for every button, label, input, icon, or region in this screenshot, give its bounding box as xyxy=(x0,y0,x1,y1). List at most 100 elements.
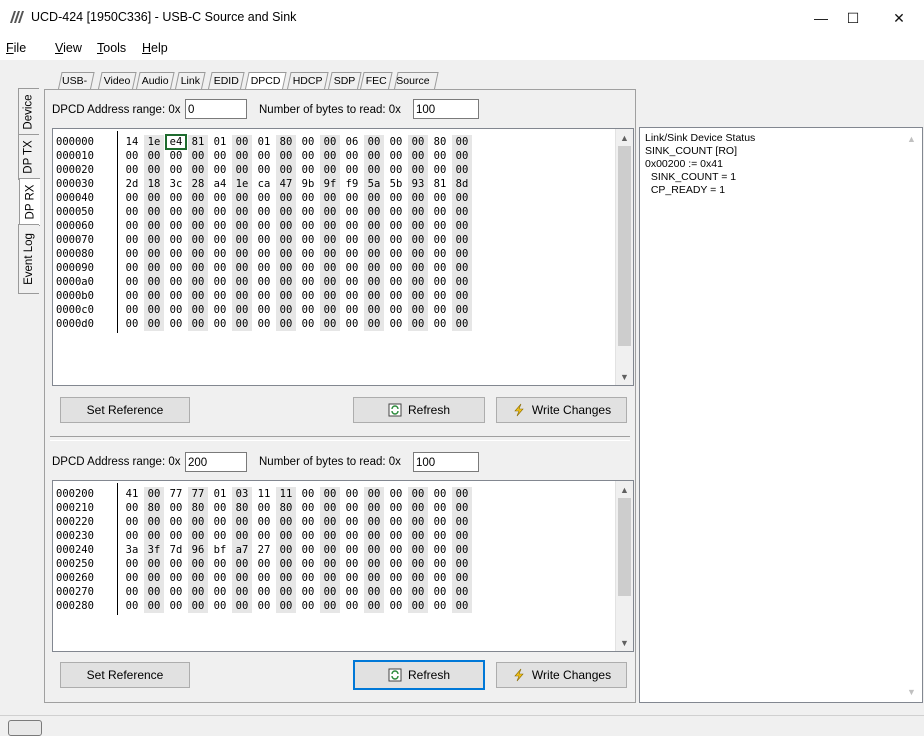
hex-byte[interactable]: 00 xyxy=(254,289,274,303)
hex-byte[interactable]: 06 xyxy=(342,135,362,149)
hex-byte[interactable]: 00 xyxy=(298,487,318,501)
menu-view[interactable]: View xyxy=(55,41,82,55)
hex-byte[interactable]: 00 xyxy=(166,163,186,177)
hex-byte[interactable]: 00 xyxy=(386,149,406,163)
hex-byte[interactable]: 00 xyxy=(254,275,274,289)
hex-byte[interactable]: 00 xyxy=(122,191,142,205)
hex-byte[interactable]: 00 xyxy=(342,289,362,303)
hex-byte[interactable]: 00 xyxy=(342,149,362,163)
hex-byte[interactable]: 00 xyxy=(298,543,318,557)
hex-byte[interactable]: 00 xyxy=(166,317,186,331)
hex-byte[interactable]: 00 xyxy=(188,585,208,599)
hex-byte[interactable]: 00 xyxy=(166,191,186,205)
hex-byte[interactable]: 00 xyxy=(298,219,318,233)
hex-byte[interactable]: 00 xyxy=(386,233,406,247)
hex-byte[interactable]: 81 xyxy=(430,177,450,191)
hex-byte[interactable]: 00 xyxy=(254,233,274,247)
hex-byte[interactable]: 80 xyxy=(232,501,252,515)
hex-byte[interactable]: 00 xyxy=(166,149,186,163)
hex-byte[interactable]: 00 xyxy=(320,205,340,219)
hex-byte[interactable]: 00 xyxy=(452,261,472,275)
hex-byte[interactable]: 00 xyxy=(298,135,318,149)
hex-byte[interactable]: 00 xyxy=(144,149,164,163)
hex-byte[interactable]: 00 xyxy=(320,233,340,247)
lower-write-changes-button[interactable]: Write Changes xyxy=(496,662,627,688)
hex-byte[interactable]: 00 xyxy=(122,571,142,585)
hex-byte[interactable]: 00 xyxy=(188,599,208,613)
tab-dp-rx[interactable]: DP RX xyxy=(19,178,40,226)
hex-byte[interactable]: 00 xyxy=(188,515,208,529)
hex-byte[interactable]: 00 xyxy=(254,571,274,585)
hex-byte[interactable]: 00 xyxy=(122,163,142,177)
hex-byte[interactable]: 00 xyxy=(386,135,406,149)
tab-dpcd[interactable]: DPCD xyxy=(245,72,287,89)
hex-byte[interactable]: 00 xyxy=(254,149,274,163)
hex-byte[interactable]: 00 xyxy=(364,233,384,247)
hex-byte[interactable]: 00 xyxy=(122,515,142,529)
hex-byte[interactable]: 00 xyxy=(276,289,296,303)
hex-byte[interactable]: 00 xyxy=(430,585,450,599)
hex-byte[interactable]: 00 xyxy=(386,275,406,289)
hex-byte[interactable]: 00 xyxy=(430,501,450,515)
scroll-up-icon[interactable]: ▲ xyxy=(616,481,633,498)
hex-byte[interactable]: 00 xyxy=(232,233,252,247)
hex-byte[interactable]: 00 xyxy=(298,557,318,571)
hex-byte[interactable]: 00 xyxy=(122,219,142,233)
hex-byte[interactable]: 77 xyxy=(166,487,186,501)
hex-byte[interactable]: 00 xyxy=(144,599,164,613)
hex-byte[interactable]: 00 xyxy=(430,515,450,529)
hex-byte[interactable]: 00 xyxy=(452,219,472,233)
close-button[interactable]: ✕ xyxy=(876,0,922,36)
hex-byte[interactable]: 00 xyxy=(408,501,428,515)
hex-byte[interactable]: 00 xyxy=(298,515,318,529)
hex-byte[interactable]: 00 xyxy=(408,219,428,233)
hex-byte[interactable]: 00 xyxy=(188,233,208,247)
hex-byte[interactable]: 00 xyxy=(144,557,164,571)
hex-byte[interactable]: 00 xyxy=(232,205,252,219)
hex-byte[interactable]: 00 xyxy=(430,233,450,247)
hex-byte[interactable]: 00 xyxy=(232,219,252,233)
hex-byte[interactable]: 00 xyxy=(166,289,186,303)
hex-byte[interactable]: 00 xyxy=(408,585,428,599)
hex-byte[interactable]: 00 xyxy=(386,163,406,177)
hex-byte[interactable]: 00 xyxy=(342,191,362,205)
hex-byte[interactable]: 00 xyxy=(386,289,406,303)
hex-byte[interactable]: 00 xyxy=(210,289,230,303)
hex-byte[interactable]: 00 xyxy=(232,135,252,149)
hex-byte[interactable]: 00 xyxy=(232,303,252,317)
hex-byte[interactable]: 00 xyxy=(430,303,450,317)
hex-byte[interactable]: 00 xyxy=(298,163,318,177)
hex-byte[interactable]: 00 xyxy=(386,261,406,275)
hex-byte[interactable]: 00 xyxy=(276,261,296,275)
hex-byte[interactable]: 2d xyxy=(122,177,142,191)
hex-byte[interactable]: 00 xyxy=(320,571,340,585)
hex-byte[interactable]: 00 xyxy=(430,557,450,571)
hex-byte[interactable]: 00 xyxy=(144,585,164,599)
hex-byte[interactable]: 00 xyxy=(342,487,362,501)
hex-byte[interactable]: 00 xyxy=(166,275,186,289)
link-status-panel[interactable]: Link/Sink Device Status SINK_COUNT [RO] … xyxy=(639,127,923,703)
hex-byte[interactable]: 00 xyxy=(320,219,340,233)
hex-byte[interactable]: 00 xyxy=(254,303,274,317)
hex-byte[interactable]: 00 xyxy=(210,303,230,317)
hex-byte[interactable]: 00 xyxy=(452,585,472,599)
hex-byte[interactable]: 00 xyxy=(254,515,274,529)
hex-byte[interactable]: 00 xyxy=(254,599,274,613)
hex-byte[interactable]: 00 xyxy=(122,261,142,275)
hex-byte[interactable]: 00 xyxy=(210,191,230,205)
scroll-down-icon[interactable]: ▼ xyxy=(616,634,633,651)
lower-refresh-button[interactable]: Refresh xyxy=(353,660,485,690)
tab-source-dut-testing[interactable]: Source DUT Testing xyxy=(394,72,439,119)
hex-byte[interactable]: 5b xyxy=(386,177,406,191)
hex-byte[interactable]: 00 xyxy=(188,317,208,331)
hex-byte[interactable]: 00 xyxy=(320,163,340,177)
hex-byte[interactable]: f9 xyxy=(342,177,362,191)
hex-byte[interactable]: 00 xyxy=(188,557,208,571)
hex-byte[interactable]: 00 xyxy=(166,247,186,261)
tab-edid[interactable]: EDID xyxy=(208,72,245,89)
hex-byte[interactable]: 00 xyxy=(408,289,428,303)
hex-byte[interactable]: 00 xyxy=(408,205,428,219)
hex-byte[interactable]: 27 xyxy=(254,543,274,557)
hex-byte[interactable]: 00 xyxy=(386,571,406,585)
hex-byte[interactable]: 00 xyxy=(122,149,142,163)
